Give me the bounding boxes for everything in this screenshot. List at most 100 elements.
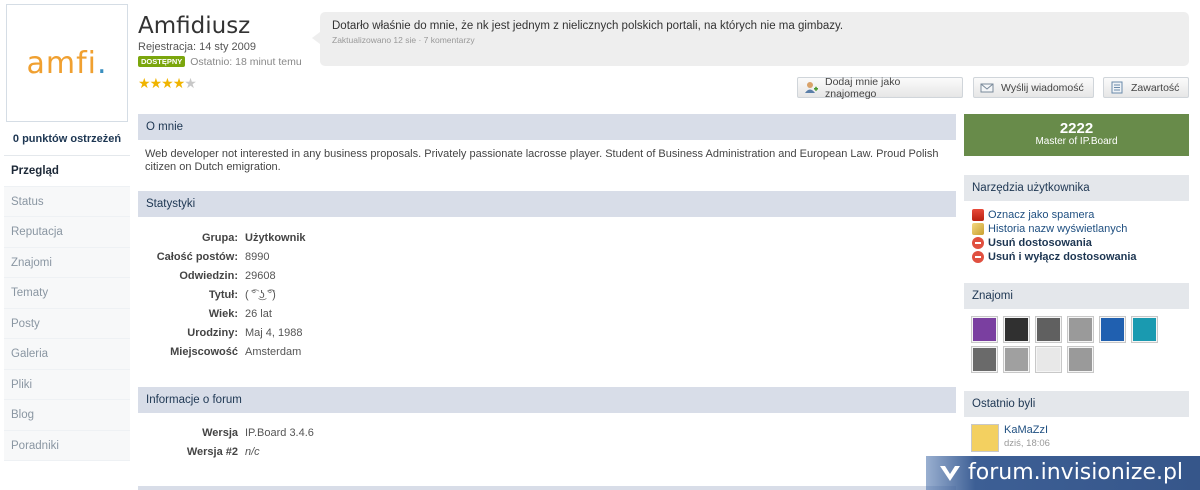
- friends-heading: Znajomi: [964, 283, 1189, 309]
- stat-value: Użytkownik: [245, 232, 306, 244]
- about-text: Web developer not interested in any busi…: [145, 148, 939, 173]
- star-icon[interactable]: ★: [138, 75, 151, 91]
- stat-label: Wiek:: [208, 308, 238, 320]
- nav-item-blog[interactable]: Blog: [4, 400, 130, 431]
- friend-avatar-image: [1005, 348, 1028, 371]
- envelope-icon: [980, 81, 994, 94]
- forum-info-value: n/c: [245, 446, 260, 458]
- friend-avatar[interactable]: [971, 316, 998, 343]
- stat-label: Urodziny:: [187, 327, 238, 339]
- friend-avatar[interactable]: [1131, 316, 1158, 343]
- nav-item-friends[interactable]: Znajomi: [4, 247, 130, 278]
- add-friend-button[interactable]: Dodaj mnie jako znajomego: [797, 75, 963, 100]
- status-text: Dotarło właśnie do mnie, że nk jest jedn…: [332, 20, 844, 32]
- avatar-logo: amfi.: [26, 45, 108, 81]
- warning-points[interactable]: 0 punktów ostrzeżeń: [4, 129, 130, 149]
- star-icon[interactable]: ★: [173, 75, 186, 91]
- stat-value: 26 lat: [245, 308, 272, 320]
- tool-label: Historia nazw wyświetlanych: [988, 223, 1128, 235]
- remove-disable-customization-link[interactable]: Usuń i wyłącz dostosowania: [972, 250, 1137, 264]
- profile-avatar[interactable]: amfi.: [6, 4, 128, 122]
- star-empty-icon[interactable]: ★: [184, 75, 197, 91]
- name-history-link[interactable]: Historia nazw wyświetlanych: [972, 222, 1127, 236]
- friend-avatar-image: [1005, 318, 1028, 341]
- tool-label: Oznacz jako spamera: [988, 209, 1095, 221]
- status-update: Dotarło właśnie do mnie, że nk jest jedn…: [312, 12, 1189, 66]
- friend-avatar-image: [1037, 348, 1060, 371]
- stat-value: 29608: [245, 270, 276, 282]
- friend-avatar-image: [1133, 318, 1156, 341]
- friend-avatar-image: [1069, 348, 1092, 371]
- tools-heading: Narzędzia użytkownika: [964, 175, 1189, 201]
- pencil-icon: [972, 223, 984, 235]
- stat-label: Tytuł:: [208, 289, 238, 301]
- friend-avatar[interactable]: [1035, 346, 1062, 373]
- nav-item-reputation[interactable]: Reputacja: [4, 217, 130, 248]
- nav-item-posts[interactable]: Posty: [4, 308, 130, 339]
- friend-avatar[interactable]: [1003, 316, 1030, 343]
- rank-box: 2222 Master of IP.Board: [964, 114, 1189, 156]
- friend-avatar[interactable]: [1067, 316, 1094, 343]
- friend-avatar[interactable]: [971, 346, 998, 373]
- friend-avatar[interactable]: [1003, 346, 1030, 373]
- delete-icon: [972, 237, 984, 249]
- friend-avatar-image: [1101, 318, 1124, 341]
- tool-label: Usuń dostosowania: [988, 237, 1092, 249]
- last-active: Ostatnio: 18 minut temu: [190, 56, 302, 68]
- rating-stars[interactable]: ★★★★★: [138, 75, 197, 92]
- status-meta[interactable]: Zaktualizowano 12 sie · 7 komentarzy: [332, 35, 1177, 45]
- delete-icon: [972, 251, 984, 263]
- forum-info-label: Wersja #2: [186, 446, 238, 458]
- content-label: Zawartość: [1131, 81, 1180, 94]
- content-button[interactable]: Zawartość: [1103, 77, 1189, 98]
- friend-avatar[interactable]: [1067, 346, 1094, 373]
- friend-avatar-image: [1037, 318, 1060, 341]
- nav-item-gallery[interactable]: Galeria: [4, 339, 130, 370]
- rank-points: 2222: [1059, 120, 1094, 137]
- watermark-text: forum.invisionize.pl: [968, 460, 1184, 485]
- stat-value: Maj 4, 1988: [245, 327, 303, 339]
- stat-label: Całość postów:: [156, 251, 238, 263]
- document-icon: [1110, 81, 1124, 94]
- nav-item-status[interactable]: Status: [4, 186, 130, 217]
- online-badge: DOSTĘPNY: [138, 56, 186, 67]
- visitor-name[interactable]: KaMaZzI: [1004, 424, 1048, 436]
- send-message-label: Wyślij wiadomość: [1001, 81, 1084, 94]
- nav-item-files[interactable]: Pliki: [4, 369, 130, 400]
- add-friend-label: Dodaj mnie jako znajomego: [825, 75, 901, 100]
- online-status: DOSTĘPNY Ostatnio: 18 minut temu: [138, 56, 302, 68]
- forum-info-value: IP.Board 3.4.6: [245, 427, 314, 439]
- friend-avatar-image: [973, 348, 996, 371]
- stat-label: Odwiedzin:: [179, 270, 238, 282]
- tool-label: Usuń i wyłącz dostosowania: [988, 251, 1137, 263]
- profile-nav: Przegląd Status Reputacja Znajomi Tematy…: [4, 155, 130, 461]
- watermark: forum.invisionize.pl: [926, 456, 1200, 490]
- stats-heading: Statystyki: [138, 191, 956, 217]
- stat-value: Amsterdam: [245, 346, 302, 358]
- stat-label: Grupa:: [201, 232, 238, 244]
- section-divider: [138, 486, 956, 490]
- add-friend-icon: [804, 81, 818, 94]
- visitor-avatar[interactable]: [971, 424, 999, 452]
- about-heading: O mnie: [138, 114, 956, 140]
- rank-title: Master of IP.Board: [1035, 136, 1118, 147]
- forum-info-heading: Informacje o forum: [138, 387, 956, 413]
- friend-avatar-image: [1069, 318, 1092, 341]
- registration-date: Rejestracja: 14 sty 2009: [138, 41, 257, 53]
- stat-value: ( ͡° ͜ʖ ͡°): [245, 289, 276, 301]
- send-message-button[interactable]: Wyślij wiadomość: [973, 77, 1094, 98]
- nav-item-tutorials[interactable]: Poradniki: [4, 430, 130, 461]
- remove-customization-link[interactable]: Usuń dostosowania: [972, 236, 1092, 250]
- profile-name: Amfidiusz: [138, 13, 251, 39]
- stat-value: 8990: [245, 251, 270, 263]
- friend-avatar[interactable]: [1035, 316, 1062, 343]
- star-icon[interactable]: ★: [150, 75, 163, 91]
- nav-item-topics[interactable]: Tematy: [4, 278, 130, 309]
- flag-icon: [972, 209, 984, 221]
- nav-item-overview[interactable]: Przegląd: [4, 156, 130, 187]
- last-visitors-heading: Ostatnio byli: [964, 391, 1189, 417]
- mark-spammer-link[interactable]: Oznacz jako spamera: [972, 208, 1094, 222]
- friend-avatar[interactable]: [1099, 316, 1126, 343]
- star-icon[interactable]: ★: [161, 75, 174, 91]
- visitor-time: dziś, 18:06: [1004, 438, 1050, 449]
